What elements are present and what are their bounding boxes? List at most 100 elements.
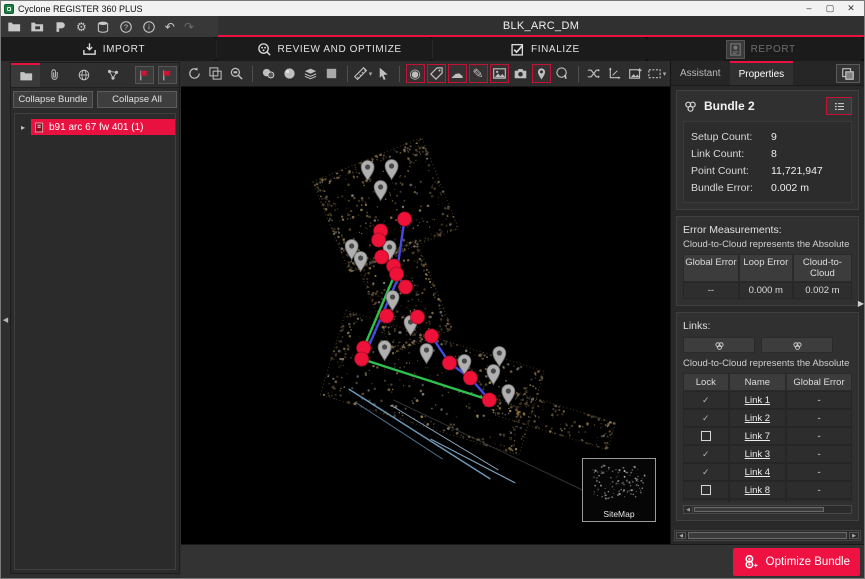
sitemap-overlay[interactable]: SiteMap: [582, 458, 656, 522]
link-name[interactable]: Link 4: [745, 467, 770, 478]
setup-pin[interactable]: [374, 181, 387, 201]
link-lock-cell[interactable]: ✓: [683, 445, 729, 463]
workflow-step-review-and-optimize[interactable]: REVIEW AND OPTIMIZE: [217, 37, 442, 61]
list-view-button[interactable]: [826, 97, 852, 115]
collapse-bundle-button[interactable]: Collapse Bundle: [13, 91, 93, 108]
caret-down-icon[interactable]: ▾: [369, 70, 373, 78]
sphere-view-button[interactable]: [280, 64, 299, 83]
cloud-button[interactable]: ☁: [448, 64, 467, 83]
setup-pin[interactable]: [386, 291, 399, 311]
link-lock-cell[interactable]: ✓: [683, 463, 729, 481]
close-button[interactable]: ✕: [841, 2, 861, 15]
setup-dot[interactable]: [372, 233, 386, 247]
explorer-tab-nodes[interactable]: [98, 63, 127, 87]
location-pin-button[interactable]: [532, 64, 551, 83]
optimize-bundle-button[interactable]: Optimize Bundle: [733, 548, 860, 576]
left-panel-collapse[interactable]: ◀: [1, 61, 10, 578]
setup-dot[interactable]: [463, 371, 477, 385]
workflow-step-import[interactable]: IMPORT: [1, 37, 226, 61]
checkbox-unchecked[interactable]: [701, 485, 711, 495]
scroll-thumb[interactable]: [694, 507, 824, 512]
setup-dot[interactable]: [390, 267, 404, 281]
image-button[interactable]: [490, 64, 509, 83]
setup-pin[interactable]: [385, 160, 398, 180]
setup-dot[interactable]: [355, 352, 369, 366]
point-display-button[interactable]: [259, 64, 278, 83]
fit-frames-button[interactable]: [206, 64, 225, 83]
check-icon[interactable]: ✓: [702, 449, 710, 460]
measure-button[interactable]: ▾: [353, 64, 372, 83]
link-name[interactable]: Link 8: [745, 485, 770, 496]
setup-dot[interactable]: [411, 310, 425, 324]
bundle-links-button[interactable]: [683, 337, 755, 353]
expander-icon[interactable]: ▸: [15, 123, 31, 132]
check-icon[interactable]: ✓: [702, 413, 710, 424]
settings-gear-icon[interactable]: ⚙: [76, 21, 87, 33]
setup-pin[interactable]: [378, 341, 391, 361]
redo-icon[interactable]: ↷: [184, 21, 194, 33]
setup-dot[interactable]: [482, 393, 496, 407]
filter-group-button[interactable]: [553, 64, 572, 83]
setup-dot[interactable]: [425, 329, 439, 343]
link-name[interactable]: Link 1: [745, 395, 770, 406]
panel-scrollbar[interactable]: ◀ ▶: [674, 530, 861, 541]
workflow-step-finalize[interactable]: FINALIZE: [433, 37, 658, 61]
explorer-tab-folder[interactable]: [11, 63, 40, 87]
scroll-left-icon[interactable]: ◀: [684, 506, 693, 513]
caret-down-icon[interactable]: ▾: [663, 70, 667, 78]
check-icon[interactable]: ✓: [702, 395, 710, 406]
link-lock-cell[interactable]: ✓: [683, 409, 729, 427]
panel-layout-button[interactable]: [836, 64, 860, 83]
storage-icon[interactable]: [96, 20, 110, 34]
check-icon[interactable]: ✓: [702, 467, 710, 478]
scroll-right-icon[interactable]: ▶: [849, 532, 859, 539]
archive-icon[interactable]: [53, 20, 67, 34]
setup-pin[interactable]: [420, 344, 433, 364]
new-project-icon[interactable]: [30, 20, 44, 34]
setup-pin[interactable]: [361, 161, 374, 181]
setup-pin[interactable]: [493, 347, 506, 367]
target-button[interactable]: ◉: [406, 64, 425, 83]
collapse-all-button[interactable]: Collapse All: [97, 91, 177, 108]
minimize-button[interactable]: –: [799, 2, 819, 15]
open-project-icon[interactable]: [7, 20, 21, 34]
about-info-icon[interactable]: i: [142, 20, 156, 34]
flag-action-button-2[interactable]: [158, 66, 177, 84]
zoom-window-button[interactable]: [227, 64, 246, 83]
tag-button[interactable]: [427, 64, 446, 83]
link-name[interactable]: Link 7: [745, 431, 770, 442]
setup-dot[interactable]: [398, 212, 412, 226]
orbit-button[interactable]: [185, 64, 204, 83]
tree-item[interactable]: ▸b91 arc 67 fw 401 (1): [15, 119, 175, 135]
setup-pin[interactable]: [487, 365, 500, 385]
selection-rect-button[interactable]: ▾: [647, 64, 666, 83]
explorer-tab-globe[interactable]: [69, 63, 98, 87]
tab-properties[interactable]: Properties: [730, 61, 794, 85]
maximize-button[interactable]: ▢: [820, 2, 840, 15]
pick-cursor-button[interactable]: [374, 64, 393, 83]
explorer-tab-paperclip[interactable]: [40, 63, 69, 87]
layers-button[interactable]: [301, 64, 320, 83]
workflow-step-report[interactable]: REPORT: [648, 37, 864, 61]
setup-pin[interactable]: [502, 385, 515, 405]
right-panel-collapse[interactable]: ▶: [858, 299, 864, 308]
bundle-links-alt-button[interactable]: [761, 337, 833, 353]
help-icon[interactable]: ?: [119, 20, 133, 34]
pen-button[interactable]: ✎: [469, 64, 488, 83]
setup-dot[interactable]: [380, 309, 394, 323]
cross-links-button[interactable]: [584, 64, 603, 83]
tree-item-body[interactable]: b91 arc 67 fw 401 (1): [31, 119, 175, 135]
undo-icon[interactable]: ↶: [165, 21, 175, 33]
tab-assistant[interactable]: Assistant: [671, 61, 730, 85]
link-name[interactable]: Link 2: [745, 413, 770, 424]
link-lock-cell[interactable]: [683, 481, 729, 499]
scroll-thumb[interactable]: [688, 532, 847, 539]
setup-dot[interactable]: [442, 356, 456, 370]
camera-button[interactable]: [511, 64, 530, 83]
link-lock-cell[interactable]: ✓: [683, 391, 729, 409]
link-lock-cell[interactable]: [683, 427, 729, 445]
link-name[interactable]: Link 3: [745, 449, 770, 460]
flag-action-button-1[interactable]: [135, 66, 154, 84]
point-cloud-viewport[interactable]: SiteMap: [181, 87, 670, 544]
links-table-scrollbar[interactable]: ◀: [683, 505, 852, 514]
